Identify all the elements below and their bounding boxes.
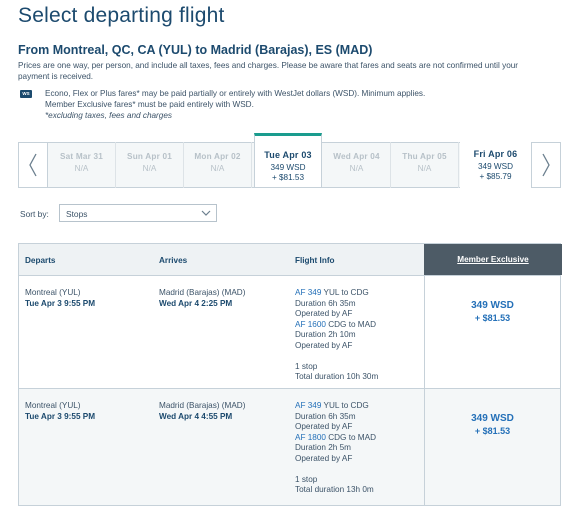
route-heading: From Montreal, QC, CA (YUL) to Madrid (B… [18, 43, 373, 57]
date-price: 349 WSD [477, 162, 514, 171]
flight-number-link[interactable]: AF 349 [295, 401, 321, 410]
ws-note-line1: Econo, Flex or Plus fares* may be paid p… [45, 89, 426, 98]
departs-cell: Montreal (YUL) Tue Apr 3 9:55 PM [25, 288, 95, 309]
stops-count: 1 stop [295, 474, 318, 484]
flight-row: Montreal (YUL) Tue Apr 3 9:55 PM Madrid … [19, 389, 560, 505]
arrives-cell: Madrid (Barajas) (MAD) Wed Apr 4 2:25 PM [159, 288, 245, 309]
date-option[interactable]: Sat Mar 31 N/A [48, 142, 116, 188]
date-label: Thu Apr 05 [402, 152, 447, 161]
segment-route: YUL to CDG [321, 401, 369, 410]
date-option[interactable]: Thu Apr 05 N/A [391, 142, 459, 188]
segment-operator: Operated by AF [295, 422, 353, 432]
chevron-right-icon [542, 153, 550, 177]
date-price: N/A [349, 164, 364, 173]
date-label: Mon Apr 02 [194, 152, 241, 161]
arrival-time: Wed Apr 4 4:55 PM [159, 411, 233, 421]
date-price: N/A [142, 164, 157, 173]
member-exclusive-fare-option[interactable]: 349 WSD + $81.53 [424, 389, 560, 505]
flight-info-cell: AF 349 YUL to CDG Duration 6h 35m Operat… [295, 288, 378, 383]
fare-price-cash: + $81.53 [474, 313, 511, 323]
date-label: Fri Apr 06 [473, 149, 518, 159]
ws-note-line2: Member Exclusive fares* must be paid ent… [45, 100, 254, 109]
segment-1: AF 349 YUL to CDG [295, 401, 376, 412]
flights-table: Departs Arrives Flight Info Member Exclu… [18, 243, 562, 506]
date-price: N/A [210, 164, 225, 173]
date-label: Sun Apr 01 [127, 152, 172, 161]
departure-time: Tue Apr 3 9:55 PM [25, 298, 96, 308]
segment-route: CDG to MAD [325, 319, 376, 329]
sort-dropdown[interactable]: Stops [59, 204, 217, 222]
date-price: N/A [417, 164, 432, 173]
total-duration: Total duration 10h 30m [295, 372, 379, 382]
date-label: Sat Mar 31 [60, 152, 103, 161]
next-dates-button[interactable] [531, 142, 561, 188]
table-header: Departs Arrives Flight Info Member Exclu… [19, 244, 562, 276]
date-option[interactable]: Wed Apr 04 N/A [323, 142, 391, 188]
previous-dates-button[interactable] [18, 142, 48, 188]
segment-duration: Duration 6h 35m [295, 411, 356, 421]
segment-2: AF 1600 CDG to MAD [295, 320, 378, 331]
date-label: Tue Apr 03 [264, 150, 312, 160]
stops-count: 1 stop [295, 361, 318, 371]
segment-route: CDG to MAD [325, 432, 376, 442]
westjet-dollars-icon: WS [20, 90, 32, 98]
date-option-selected[interactable]: Tue Apr 03 349 WSD + $81.53 [254, 133, 322, 188]
date-price-cash: + $85.79 [479, 172, 512, 181]
fare-price-wsd: 349 WSD [471, 300, 514, 311]
date-price-cash: + $81.53 [271, 173, 305, 182]
sort-label: Sort by: [20, 209, 49, 219]
arrival-time: Wed Apr 4 2:25 PM [159, 298, 233, 308]
flight-number-link[interactable]: AF 349 [295, 288, 321, 297]
date-price: 349 WSD [270, 163, 306, 172]
member-exclusive-fare-option[interactable]: 349 WSD + $81.53 [424, 276, 560, 388]
member-exclusive-header-link[interactable]: Member Exclusive [424, 244, 562, 275]
departure-city: Montreal (YUL) [25, 288, 81, 297]
date-label: Wed Apr 04 [333, 152, 380, 161]
chevron-down-icon [201, 210, 211, 216]
date-price: N/A [74, 164, 89, 173]
header-arrives: Arrives [159, 256, 188, 265]
chevron-left-icon [29, 153, 37, 177]
arrival-city: Madrid (Barajas) (MAD) [159, 288, 246, 297]
segment-route: YUL to CDG [321, 288, 369, 297]
ws-note-line3: *excluding taxes, fees and charges [45, 111, 172, 120]
segment-1: AF 349 YUL to CDG [295, 288, 378, 299]
departure-city: Montreal (YUL) [25, 401, 81, 410]
segment-operator: Operated by AF [295, 309, 353, 319]
segment-operator: Operated by AF [295, 340, 353, 350]
departs-cell: Montreal (YUL) Tue Apr 3 9:55 PM [25, 401, 95, 422]
segment-duration: Duration 6h 35m [295, 298, 356, 308]
segment-2: AF 1800 CDG to MAD [295, 433, 376, 444]
flight-number-link[interactable]: AF 1800 [295, 433, 326, 442]
price-note: Prices are one way, per person, and incl… [18, 61, 519, 81]
date-option[interactable]: Sun Apr 01 N/A [116, 142, 184, 188]
header-flight-info: Flight Info [295, 256, 335, 265]
date-selector: Sat Mar 31 N/A Sun Apr 01 N/A Mon Apr 02… [18, 133, 561, 188]
sort-selected-value: Stops [66, 209, 88, 219]
departure-time: Tue Apr 3 9:55 PM [25, 411, 96, 421]
arrival-city: Madrid (Barajas) (MAD) [159, 401, 246, 410]
fare-price-cash: + $81.53 [474, 426, 511, 436]
segment-operator: Operated by AF [295, 453, 353, 463]
flight-number-link[interactable]: AF 1600 [295, 320, 326, 329]
segment-duration: Duration 2h 5m [295, 443, 351, 453]
header-departs: Departs [25, 256, 56, 265]
fare-price-wsd: 349 WSD [471, 413, 514, 424]
page-title: Select departing flight [18, 4, 225, 27]
date-option[interactable]: Fri Apr 06 349 WSD + $85.79 [460, 142, 531, 188]
flight-info-cell: AF 349 YUL to CDG Duration 6h 35m Operat… [295, 401, 376, 496]
arrives-cell: Madrid (Barajas) (MAD) Wed Apr 4 4:55 PM [159, 401, 245, 422]
date-option[interactable]: Mon Apr 02 N/A [184, 142, 252, 188]
segment-duration: Duration 2h 10m [295, 330, 356, 340]
total-duration: Total duration 13h 0m [295, 485, 374, 495]
flight-row: Montreal (YUL) Tue Apr 3 9:55 PM Madrid … [19, 276, 560, 389]
